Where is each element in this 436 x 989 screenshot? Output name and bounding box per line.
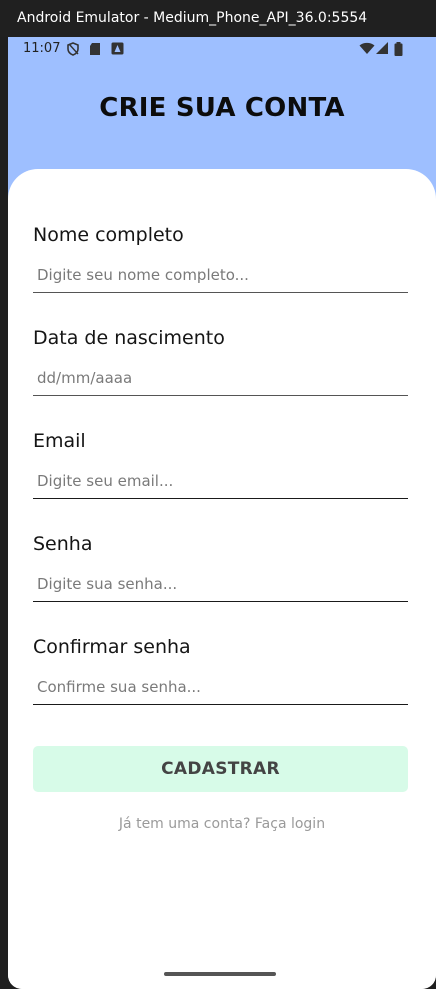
register-button[interactable]: CADASTRAR: [33, 746, 408, 792]
wifi-icon: [359, 42, 375, 54]
birth-date-input[interactable]: [33, 360, 408, 396]
background-window-strip: [0, 37, 8, 989]
login-link[interactable]: Já tem uma conta? Faça login: [8, 816, 436, 832]
full-name-input[interactable]: [33, 257, 408, 293]
shield-icon: [67, 42, 79, 56]
status-time: 11:07: [23, 41, 61, 56]
birth-date-label: Data de nascimento: [33, 327, 225, 349]
gesture-nav-handle[interactable]: [164, 972, 276, 976]
status-bar: 11:07: [8, 37, 436, 61]
emulator-title-bar: Android Emulator - Medium_Phone_API_36.0…: [0, 0, 436, 37]
battery-icon: [394, 42, 403, 56]
confirm-password-label: Confirmar senha: [33, 636, 191, 658]
page-title: CRIE SUA CONTA: [99, 93, 345, 123]
email-input[interactable]: [33, 463, 408, 499]
full-name-label: Nome completo: [33, 224, 184, 246]
confirm-password-input[interactable]: [33, 669, 408, 705]
app-notification-icon: [111, 42, 124, 55]
signal-icon: [376, 42, 388, 54]
window-title: Android Emulator - Medium_Phone_API_36.0…: [17, 10, 368, 26]
phone-screen: 11:07 CRIE SUA CONTA Nome completo Data …: [8, 37, 436, 989]
form-card: Nome completo Data de nascimento Email S…: [8, 169, 436, 989]
password-input[interactable]: [33, 566, 408, 602]
email-label: Email: [33, 430, 86, 452]
sd-card-icon: [90, 43, 100, 55]
password-label: Senha: [33, 533, 93, 555]
